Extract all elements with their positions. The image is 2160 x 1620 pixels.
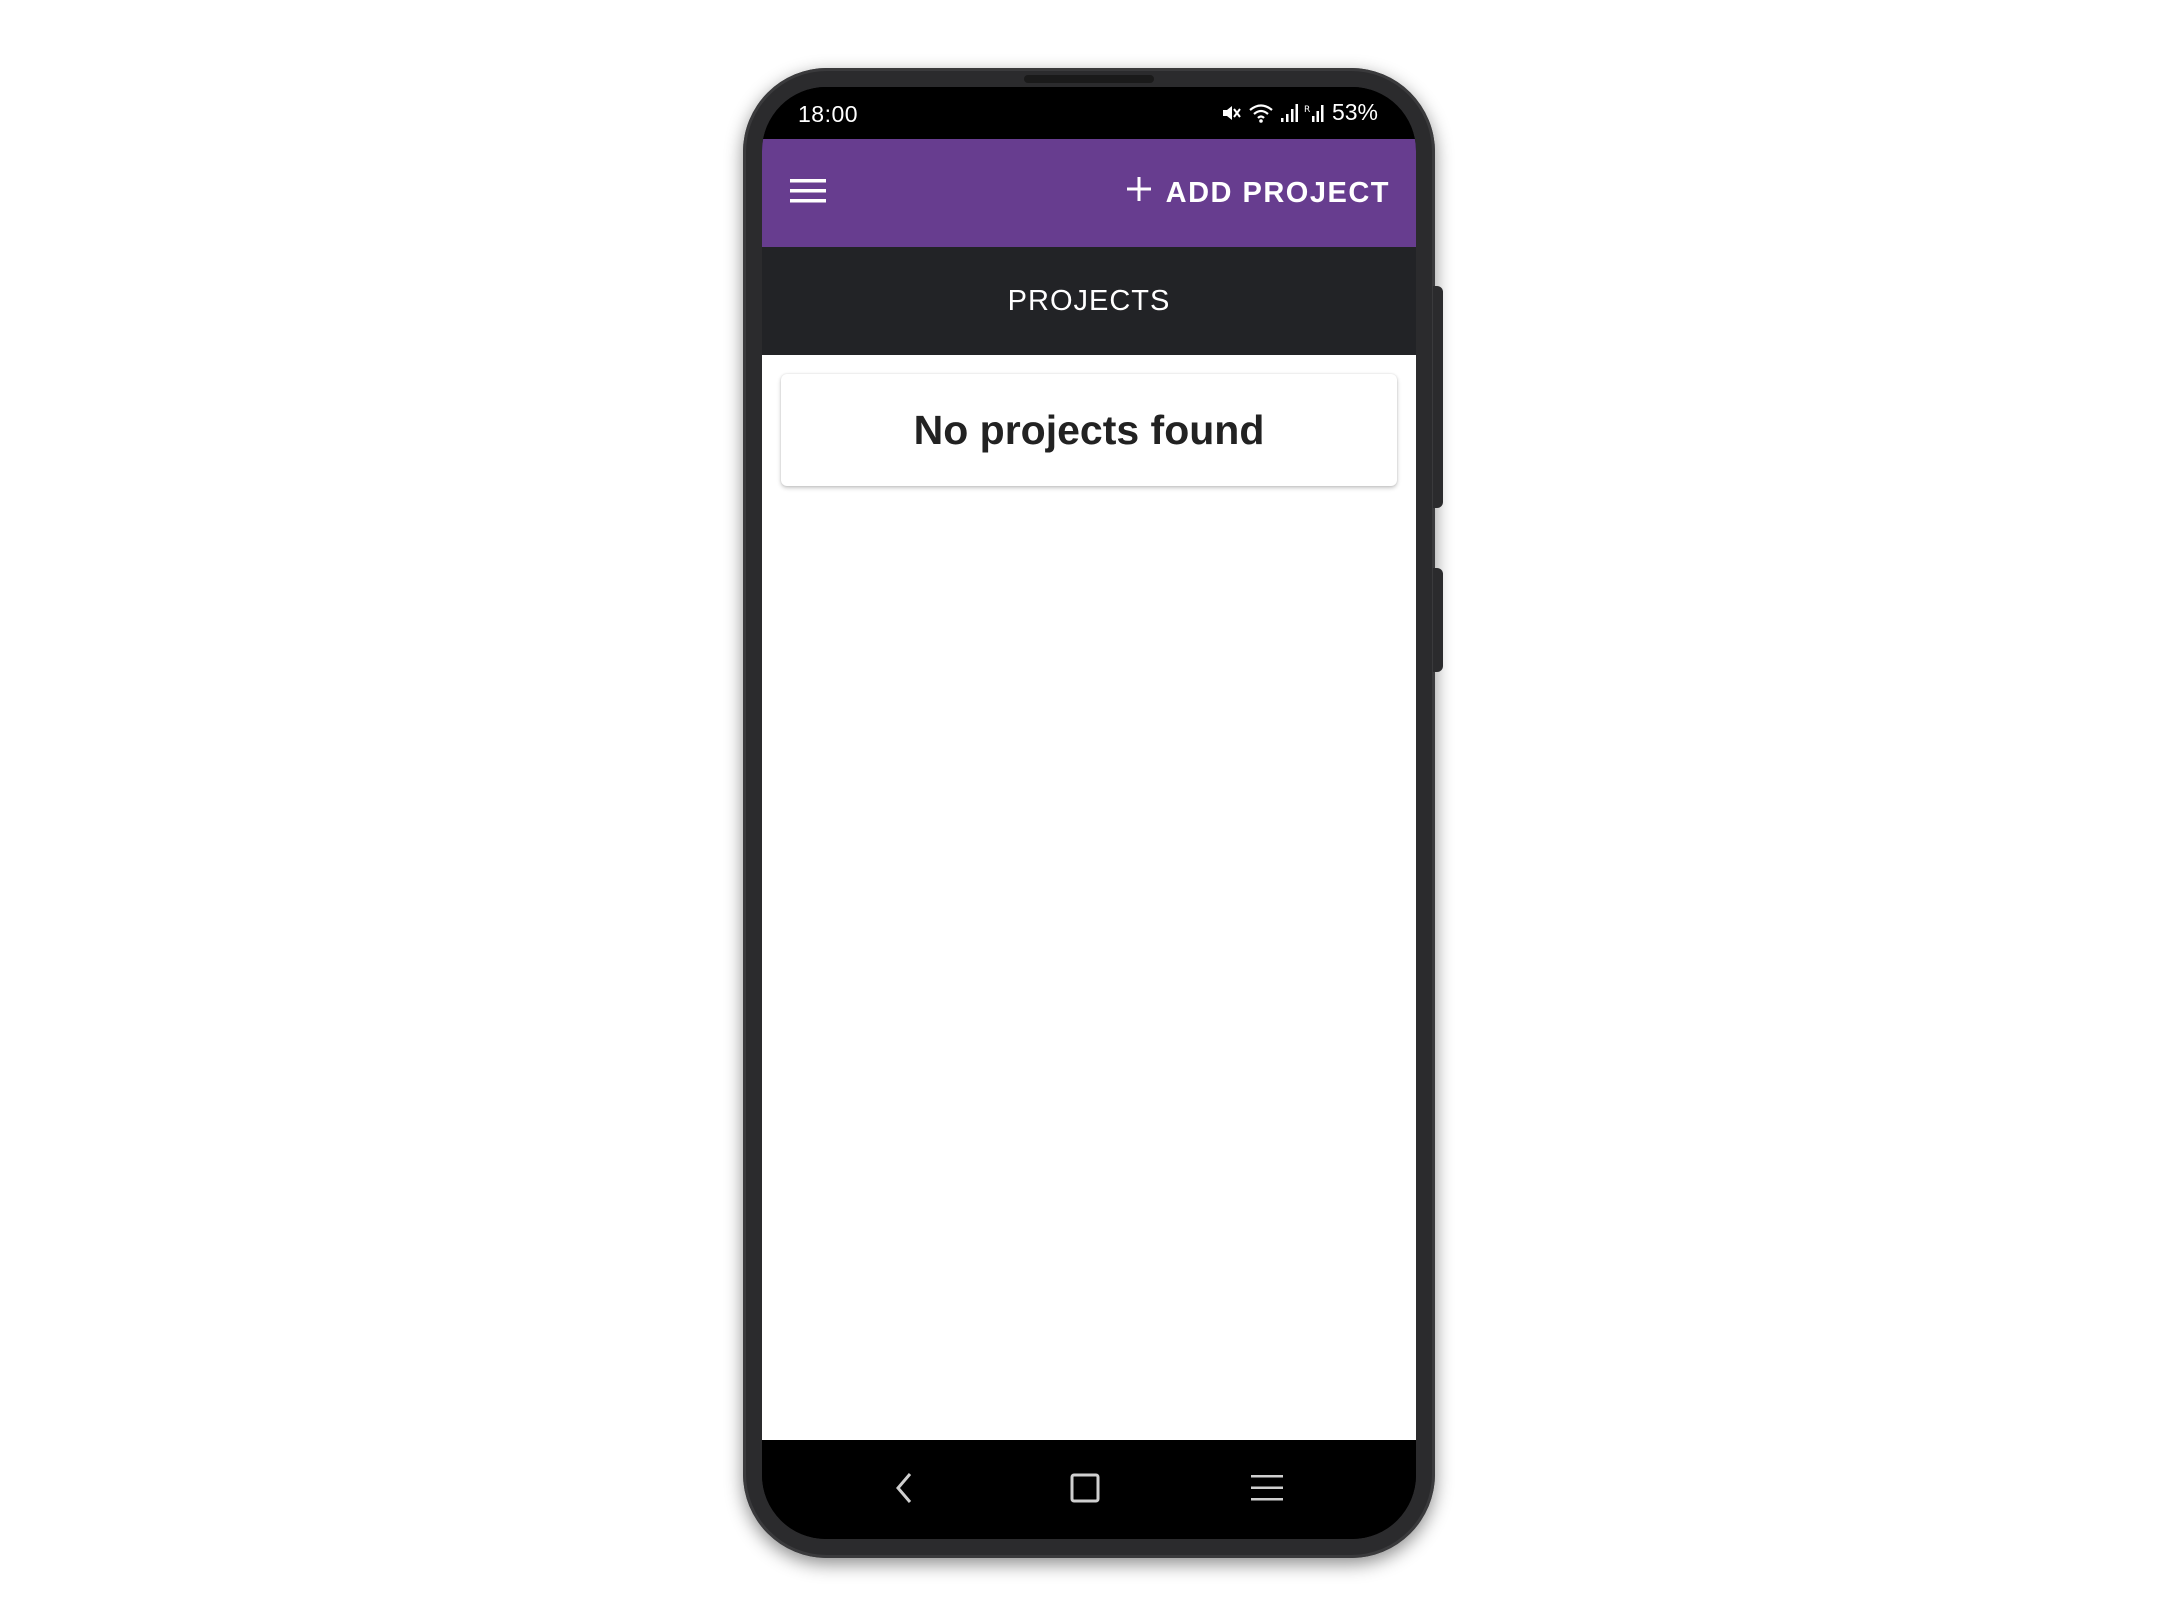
back-icon xyxy=(890,1468,920,1513)
empty-state-card: No projects found xyxy=(781,374,1397,486)
recents-icon xyxy=(1248,1471,1286,1510)
page-title: PROJECTS xyxy=(1007,284,1171,317)
battery-percentage: 53% xyxy=(1331,99,1378,125)
status-bar: 18:00 R 53% xyxy=(762,87,1416,139)
wifi-icon xyxy=(1248,102,1274,124)
back-button[interactable] xyxy=(879,1464,931,1516)
signal-icon xyxy=(1280,102,1298,124)
home-icon xyxy=(1067,1470,1103,1511)
status-time: 18:00 xyxy=(798,101,859,127)
phone-frame: 18:00 R 53% ADD PROJECT PROJECTS No proj… xyxy=(743,68,1443,1558)
signal-icon: R xyxy=(1304,102,1326,124)
projects-list: No projects found xyxy=(762,355,1416,1440)
mute-icon xyxy=(1220,102,1242,124)
empty-state-message: No projects found xyxy=(913,406,1265,453)
plus-icon xyxy=(1126,176,1152,210)
hamburger-menu-icon xyxy=(789,176,827,211)
screen: 18:00 R 53% ADD PROJECT PROJECTS No proj… xyxy=(762,87,1416,1539)
add-project-button[interactable]: ADD PROJECT xyxy=(1126,169,1390,217)
svg-text:R: R xyxy=(1304,105,1310,115)
earpiece-speaker xyxy=(1024,75,1154,83)
menu-button[interactable] xyxy=(784,169,832,217)
recents-button[interactable] xyxy=(1241,1464,1293,1516)
power-button xyxy=(1433,286,1443,508)
stage: 18:00 R 53% ADD PROJECT PROJECTS No proj… xyxy=(0,0,2160,1620)
add-project-label: ADD PROJECT xyxy=(1165,176,1390,209)
projects-header: PROJECTS xyxy=(762,247,1416,355)
system-nav-bar xyxy=(762,1440,1416,1539)
status-icons: R 53% xyxy=(1220,99,1378,126)
volume-button xyxy=(1433,568,1443,672)
app-bar: ADD PROJECT xyxy=(762,139,1416,247)
home-button[interactable] xyxy=(1059,1464,1111,1516)
